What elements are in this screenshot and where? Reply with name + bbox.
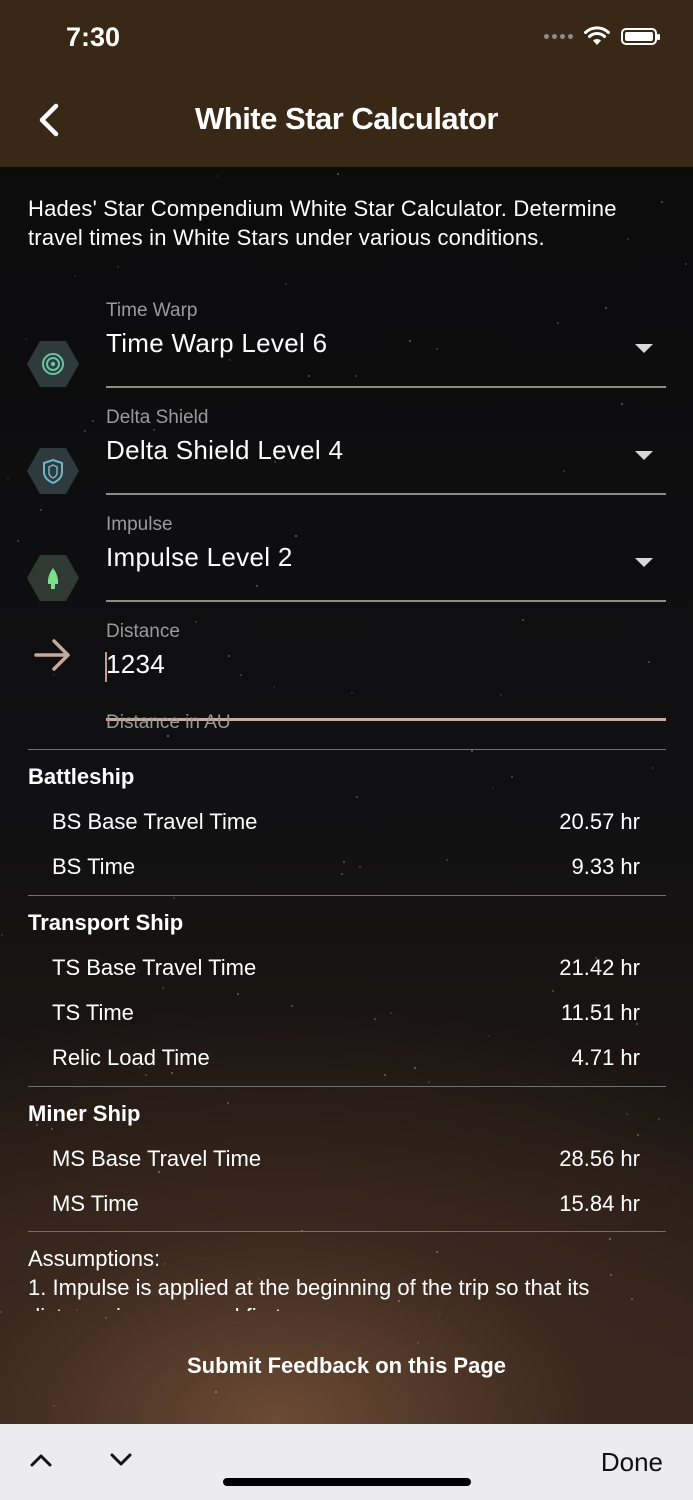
submit-feedback-button[interactable]: Submit Feedback on this Page <box>0 1353 693 1379</box>
assumptions-text: Assumptions: 1. Impulse is applied at th… <box>28 1244 668 1311</box>
nav-header: 7:30 White Star Calculator <box>0 0 693 167</box>
divider <box>28 895 666 896</box>
assumptions-title: Assumptions: <box>28 1246 161 1271</box>
impulse-icon <box>27 555 79 601</box>
field-underline <box>106 386 666 388</box>
done-button[interactable]: Done <box>601 1447 663 1478</box>
field-value: Delta Shield Level 4 <box>106 435 344 465</box>
assumption-item: 1. Impulse is applied at the beginning o… <box>28 1275 590 1311</box>
arrow-right-icon <box>34 639 70 671</box>
field-label: Distance <box>106 621 180 642</box>
field-underline <box>106 600 666 602</box>
page-title: White Star Calculator <box>195 101 499 136</box>
distance-field[interactable]: Distance 1234 <box>0 621 693 728</box>
row-value: 20.57 hr <box>559 809 640 834</box>
status-icons <box>544 26 660 46</box>
result-row: MS Time 15.84 hr <box>52 1191 640 1217</box>
keyboard-accessory-toolbar: Done <box>0 1424 693 1500</box>
dropdown-caret-icon <box>635 344 653 353</box>
time-warp-select[interactable]: Time Warp Time Warp Level 6 <box>0 300 693 407</box>
row-value: 15.84 hr <box>559 1191 640 1216</box>
row-value: 4.71 hr <box>571 1045 641 1070</box>
dropdown-caret-icon <box>635 558 653 567</box>
row-value: 9.33 hr <box>571 854 641 879</box>
field-label: Impulse <box>106 514 173 535</box>
result-row: TS Base Travel Time 21.42 hr <box>52 955 640 981</box>
section-title-transport: Transport Ship <box>28 910 184 935</box>
row-label: Relic Load Time <box>52 1045 210 1070</box>
delta-shield-select[interactable]: Delta Shield Delta Shield Level 4 <box>0 407 693 514</box>
section-title-miner: Miner Ship <box>28 1101 141 1126</box>
row-label: BS Base Travel Time <box>52 809 258 834</box>
row-value: 28.56 hr <box>559 1146 640 1171</box>
distance-helper-text: Distance in AU <box>106 712 231 733</box>
field-underline <box>106 493 666 495</box>
row-value: 11.51 hr <box>560 1000 640 1025</box>
chevron-up-icon[interactable] <box>26 1450 56 1470</box>
result-row: BS Base Travel Time 20.57 hr <box>52 809 640 835</box>
field-label: Delta Shield <box>106 407 209 428</box>
divider <box>28 1086 666 1087</box>
field-value: Time Warp Level 6 <box>106 328 328 358</box>
intro-text: Hades' Star Compendium White Star Calcul… <box>28 196 617 250</box>
row-label: MS Time <box>52 1191 139 1216</box>
home-indicator <box>223 1478 471 1486</box>
result-row: Relic Load Time 4.71 hr <box>52 1045 640 1071</box>
result-row: TS Time 11.51 hr <box>52 1000 640 1026</box>
result-row: BS Time 9.33 hr <box>52 854 640 880</box>
signal-icon <box>544 33 573 39</box>
calculator-content: Hades' Star Compendium White Star Calcul… <box>0 167 693 1424</box>
row-value: 21.42 hr <box>559 955 640 980</box>
dropdown-caret-icon <box>635 451 653 460</box>
chevron-down-icon[interactable] <box>106 1450 136 1470</box>
section-title-battleship: Battleship <box>28 764 135 789</box>
status-time: 7:30 <box>66 22 121 52</box>
field-value: Impulse Level 2 <box>106 542 293 572</box>
divider <box>28 749 666 750</box>
row-label: TS Time <box>52 1000 134 1025</box>
field-label: Time Warp <box>106 300 198 321</box>
row-label: MS Base Travel Time <box>52 1146 262 1171</box>
row-label: BS Time <box>52 854 136 879</box>
delta-shield-icon <box>27 448 79 494</box>
result-row: MS Base Travel Time 28.56 hr <box>52 1146 640 1172</box>
time-warp-icon <box>27 341 79 387</box>
impulse-select[interactable]: Impulse Impulse Level 2 <box>0 514 693 621</box>
battery-icon <box>621 27 660 45</box>
distance-input[interactable]: 1234 <box>106 649 165 680</box>
divider <box>28 1231 666 1232</box>
wifi-icon <box>584 26 610 45</box>
row-label: TS Base Travel Time <box>52 955 257 980</box>
